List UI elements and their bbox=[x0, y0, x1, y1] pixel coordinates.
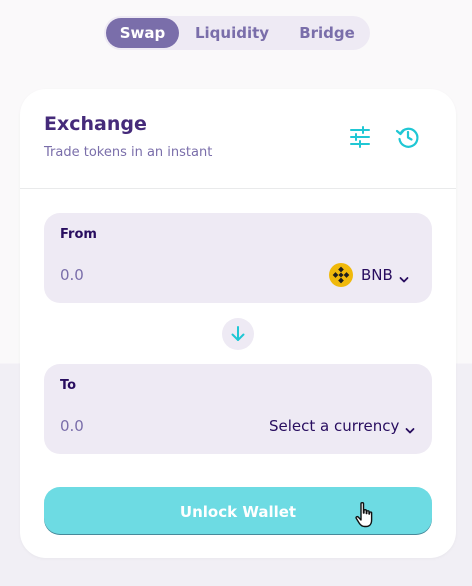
page-subtitle: Trade tokens in an instant bbox=[44, 145, 213, 160]
swap-tabs: Swap Liquidity Bridge bbox=[104, 16, 370, 50]
page-title: Exchange bbox=[44, 113, 147, 135]
from-label: From bbox=[60, 227, 97, 242]
arrow-down-icon bbox=[228, 324, 248, 348]
select-currency-label: Select a currency bbox=[269, 417, 400, 435]
chevron-down-icon bbox=[399, 270, 409, 283]
select-currency-button[interactable]: Select a currency bbox=[269, 412, 415, 440]
to-label: To bbox=[60, 378, 77, 393]
from-panel: From BNB bbox=[44, 213, 432, 303]
chevron-down-icon bbox=[405, 421, 415, 434]
hand-pointer-cursor bbox=[352, 501, 378, 529]
to-amount-input[interactable] bbox=[60, 414, 220, 438]
from-amount-input[interactable] bbox=[60, 263, 220, 287]
exchange-card: Exchange Trade tokens in an instant From… bbox=[20, 89, 456, 558]
to-panel: To Select a currency bbox=[44, 364, 432, 454]
bnb-token-icon bbox=[328, 262, 354, 288]
from-token-selector[interactable]: BNB bbox=[328, 261, 409, 289]
tab-liquidity[interactable]: Liquidity bbox=[187, 18, 277, 48]
settings-sliders-icon[interactable] bbox=[346, 123, 374, 151]
switch-direction-button[interactable] bbox=[222, 318, 254, 350]
tab-bridge[interactable]: Bridge bbox=[287, 18, 367, 48]
history-icon[interactable] bbox=[394, 123, 422, 151]
card-header: Exchange Trade tokens in an instant bbox=[20, 89, 456, 189]
from-token-symbol: BNB bbox=[361, 266, 393, 284]
tab-swap[interactable]: Swap bbox=[106, 18, 179, 48]
